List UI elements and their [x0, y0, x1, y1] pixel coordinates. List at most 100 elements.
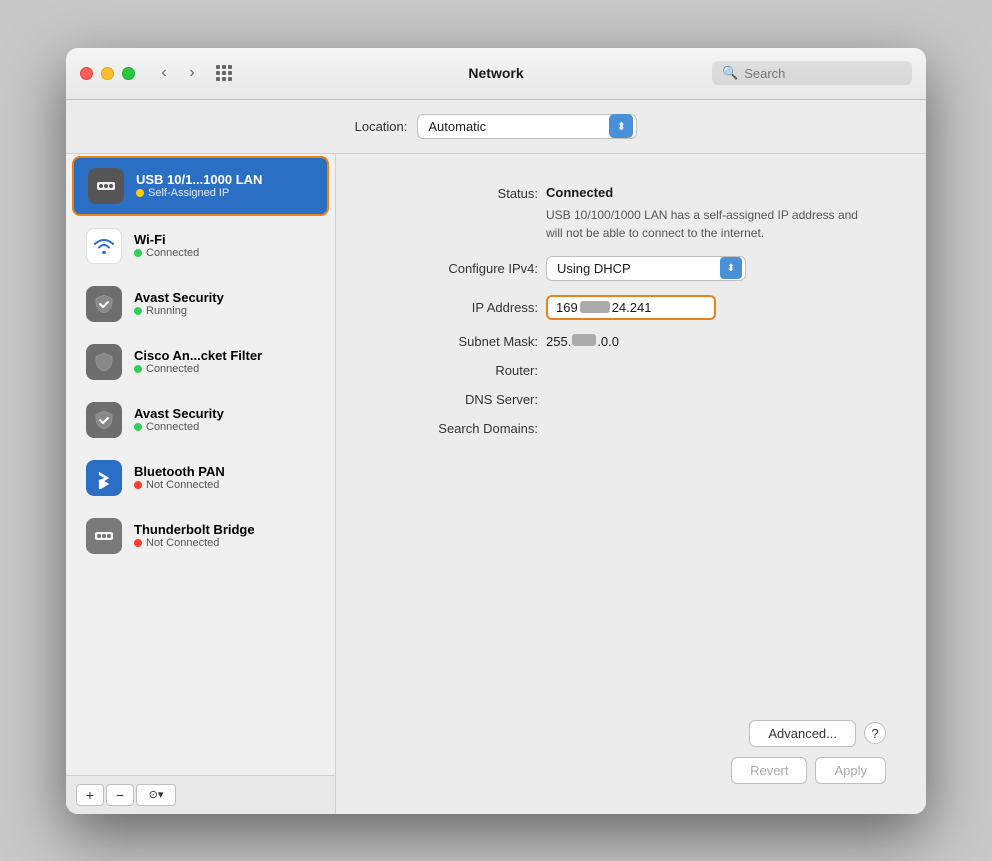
- apply-button[interactable]: Apply: [815, 757, 886, 784]
- wifi-icon: [86, 228, 122, 264]
- add-network-button[interactable]: +: [76, 784, 104, 806]
- avast2-item-status: Connected: [134, 421, 224, 433]
- thunderbolt-status-dot: [134, 539, 142, 547]
- router-row: Router:: [376, 363, 886, 378]
- domains-label: Search Domains:: [376, 421, 546, 436]
- location-select[interactable]: Automatic: [417, 114, 637, 139]
- nav-buttons: ‹ ›: [151, 60, 205, 86]
- configure-select-wrapper: Using DHCP ⬍: [546, 256, 746, 281]
- bluetooth-item-name: Bluetooth PAN: [134, 464, 225, 479]
- usb-item-text: USB 10/1...1000 LAN Self-Assigned IP: [136, 172, 262, 199]
- usb-icon: [88, 168, 124, 204]
- ip-address-row: IP Address: 169 24.241: [376, 295, 886, 320]
- thunderbolt-item-status: Not Connected: [134, 537, 255, 549]
- bluetooth-item-text: Bluetooth PAN Not Connected: [134, 464, 225, 491]
- back-button[interactable]: ‹: [151, 60, 177, 86]
- search-icon: 🔍: [722, 65, 738, 81]
- main-content: USB 10/1...1000 LAN Self-Assigned IP: [66, 154, 926, 814]
- sidebar-item-bluetooth[interactable]: Bluetooth PAN Not Connected: [72, 450, 329, 506]
- detail-rows: Status: Connected USB 10/100/1000 LAN ha…: [376, 184, 886, 704]
- network-window: ‹ › Network 🔍 Location: Automatic ⬍: [66, 48, 926, 814]
- advanced-button[interactable]: Advanced...: [749, 720, 856, 747]
- avast1-status-text: Running: [146, 305, 187, 317]
- usb-status-text: Self-Assigned IP: [148, 187, 229, 199]
- sidebar-item-wifi[interactable]: Wi-Fi Connected: [72, 218, 329, 274]
- cisco-item-text: Cisco An...cket Filter Connected: [134, 348, 262, 375]
- domains-row: Search Domains:: [376, 421, 886, 436]
- sidebar: USB 10/1...1000 LAN Self-Assigned IP: [66, 154, 336, 814]
- forward-button[interactable]: ›: [179, 60, 205, 86]
- avast1-status-dot: [134, 307, 142, 315]
- usb-status-dot: [136, 189, 144, 197]
- footer-right: Advanced... ?: [749, 720, 886, 747]
- bluetooth-item-status: Not Connected: [134, 479, 225, 491]
- thunderbolt-item-name: Thunderbolt Bridge: [134, 522, 255, 537]
- remove-network-button[interactable]: −: [106, 784, 134, 806]
- app-grid-button[interactable]: [211, 60, 237, 86]
- location-label: Location:: [355, 119, 408, 134]
- wifi-status-text: Connected: [146, 247, 199, 259]
- status-label: Status:: [376, 184, 546, 201]
- sidebar-item-usb[interactable]: USB 10/1...1000 LAN Self-Assigned IP: [72, 156, 329, 216]
- minimize-button[interactable]: [101, 67, 114, 80]
- traffic-lights: [80, 67, 135, 80]
- sidebar-item-avast2[interactable]: Avast Security Connected: [72, 392, 329, 448]
- configure-select[interactable]: Using DHCP: [546, 256, 746, 281]
- avast1-item-text: Avast Security Running: [134, 290, 224, 317]
- revert-button[interactable]: Revert: [731, 757, 807, 784]
- titlebar: ‹ › Network 🔍: [66, 48, 926, 100]
- network-options-button[interactable]: ⊙▾: [136, 784, 176, 806]
- cisco-status-dot: [134, 365, 142, 373]
- sidebar-item-avast1[interactable]: Avast Security Running: [72, 276, 329, 332]
- sidebar-item-cisco[interactable]: Cisco An...cket Filter Connected: [72, 334, 329, 390]
- thunderbolt-item-text: Thunderbolt Bridge Not Connected: [134, 522, 255, 549]
- action-buttons: Revert Apply: [376, 757, 886, 784]
- subnet-prefix: 255.: [546, 334, 571, 349]
- search-box[interactable]: 🔍: [712, 61, 912, 85]
- subnet-row: Subnet Mask: 255..0.0: [376, 334, 886, 349]
- subnet-label: Subnet Mask:: [376, 334, 546, 349]
- thunderbolt-status-text: Not Connected: [146, 537, 219, 549]
- configure-label: Configure IPv4:: [376, 261, 546, 276]
- sidebar-list: USB 10/1...1000 LAN Self-Assigned IP: [66, 154, 335, 775]
- sidebar-toolbar: + − ⊙▾: [66, 775, 335, 814]
- dns-row: DNS Server:: [376, 392, 886, 407]
- detail-footer: Advanced... ?: [376, 704, 886, 747]
- configure-row: Configure IPv4: Using DHCP ⬍: [376, 256, 886, 281]
- ip-address-label: IP Address:: [376, 300, 546, 315]
- status-value: Connected: [546, 185, 613, 200]
- bluetooth-status-dot: [134, 481, 142, 489]
- location-bar: Location: Automatic ⬍: [66, 100, 926, 154]
- dns-label: DNS Server:: [376, 392, 546, 407]
- sidebar-item-thunderbolt[interactable]: Thunderbolt Bridge Not Connected: [72, 508, 329, 564]
- thunderbolt-icon: [86, 518, 122, 554]
- avast1-item-name: Avast Security: [134, 290, 224, 305]
- ip-prefix: 169: [556, 300, 578, 315]
- maximize-button[interactable]: [122, 67, 135, 80]
- wifi-status-dot: [134, 249, 142, 257]
- status-value-block: Connected USB 10/100/1000 LAN has a self…: [546, 184, 866, 242]
- bluetooth-icon: [86, 460, 122, 496]
- ip-suffix: 24.241: [612, 300, 652, 315]
- ip-blur: [580, 301, 610, 313]
- search-input[interactable]: [744, 66, 902, 81]
- avast1-item-status: Running: [134, 305, 224, 317]
- cisco-item-status: Connected: [134, 363, 262, 375]
- usb-item-status: Self-Assigned IP: [136, 187, 262, 199]
- avast2-icon: [86, 402, 122, 438]
- router-label: Router:: [376, 363, 546, 378]
- cisco-status-text: Connected: [146, 363, 199, 375]
- help-button[interactable]: ?: [864, 722, 886, 744]
- close-button[interactable]: [80, 67, 93, 80]
- grid-icon: [216, 65, 232, 81]
- wifi-item-text: Wi-Fi Connected: [134, 232, 199, 259]
- avast2-item-text: Avast Security Connected: [134, 406, 224, 433]
- detail-panel: Status: Connected USB 10/100/1000 LAN ha…: [336, 154, 926, 814]
- wifi-item-status: Connected: [134, 247, 199, 259]
- cisco-icon: [86, 344, 122, 380]
- cisco-item-name: Cisco An...cket Filter: [134, 348, 262, 363]
- subnet-value: 255..0.0: [546, 334, 619, 349]
- usb-item-name: USB 10/1...1000 LAN: [136, 172, 262, 187]
- wifi-item-name: Wi-Fi: [134, 232, 199, 247]
- avast2-item-name: Avast Security: [134, 406, 224, 421]
